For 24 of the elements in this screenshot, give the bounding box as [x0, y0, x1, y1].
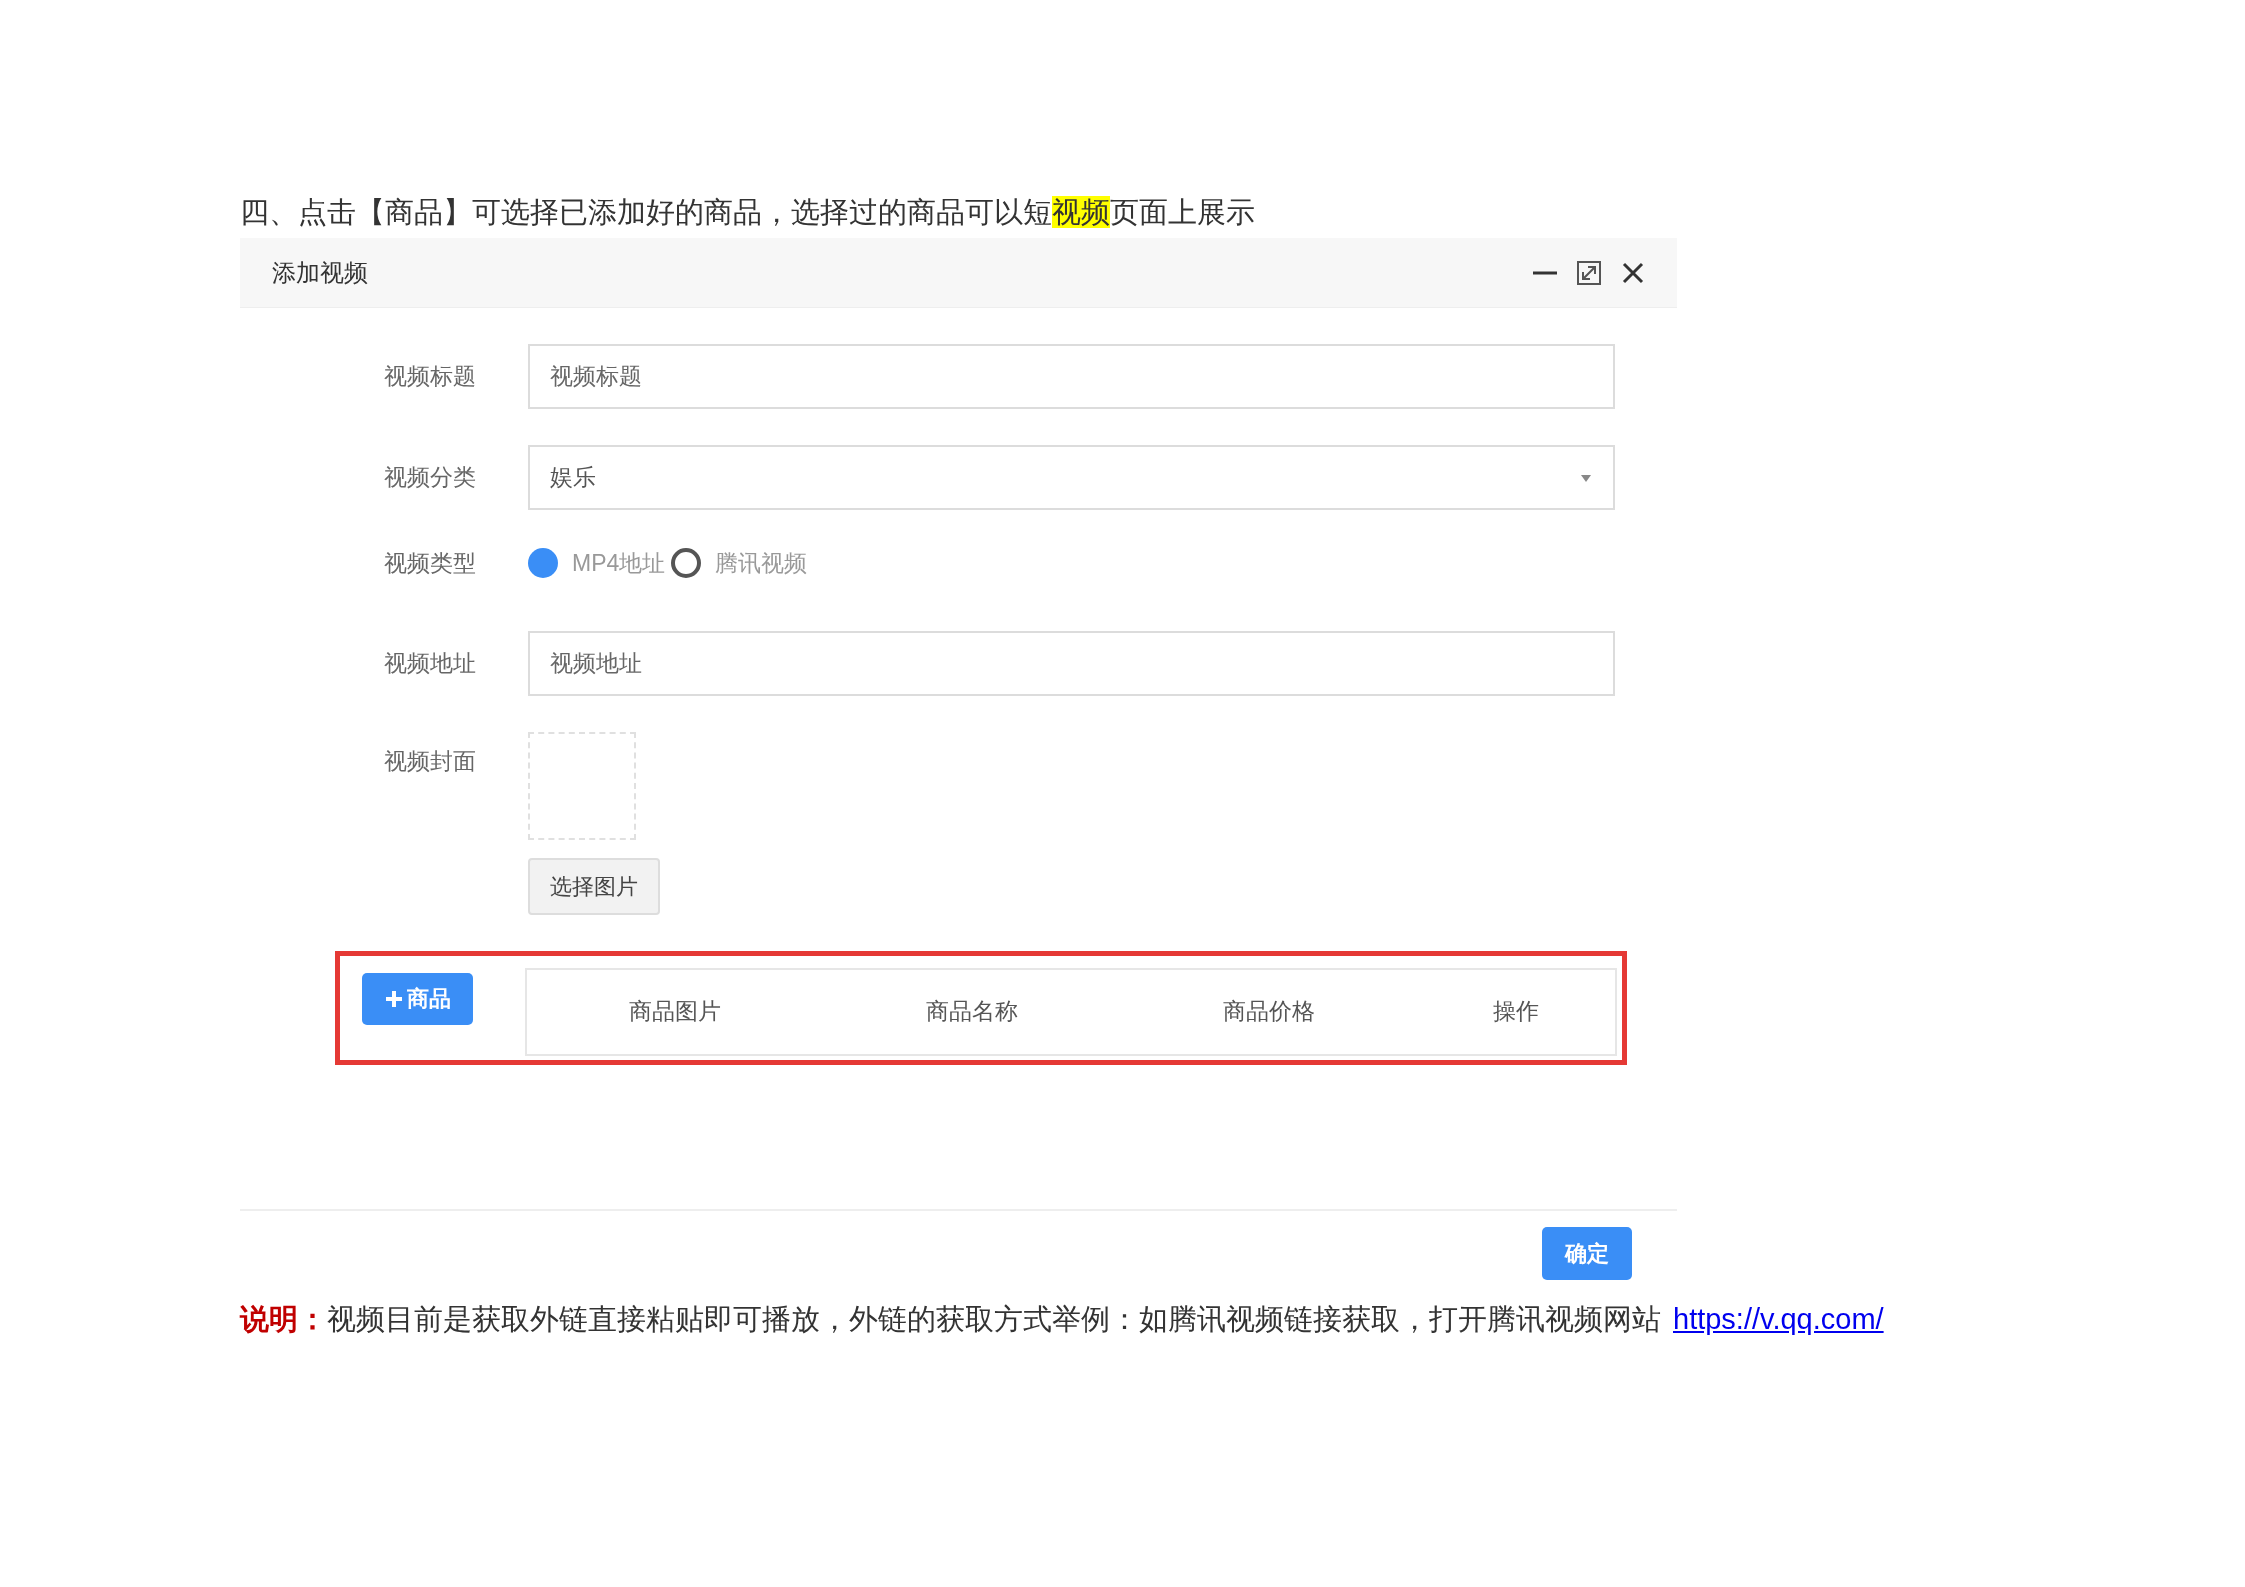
link[interactable]: https://v.qq.com/ — [1673, 1302, 1884, 1335]
text-field[interactable]: 视频标题 — [528, 344, 1615, 409]
field-label: 视频封面 — [383, 746, 477, 776]
field-label: 视频类型 — [383, 549, 477, 578]
radio-label: 腾讯视频 — [715, 549, 808, 578]
note-paragraph: 说明：视频目前是获取外链直接粘贴即可播放，外链的获取方式举例：如腾讯视频链接获取，打开腾讯视频网站 https://v.qq.com/ — [240, 1301, 1885, 1337]
field-label: 视频分类 — [383, 463, 477, 493]
caret-icon — [1579, 472, 1593, 483]
dialog-title: 添加视频 — [272, 257, 368, 288]
column-header: 商品图片 — [628, 997, 723, 1027]
field-label: 视频标题 — [383, 362, 477, 392]
dropdown-field[interactable]: 娱乐 — [528, 445, 1615, 510]
radio-button[interactable] — [671, 548, 702, 579]
column-header: 商品价格 — [1221, 997, 1316, 1027]
column-header: 操作 — [1492, 997, 1541, 1027]
field-label: 视频地址 — [383, 648, 477, 678]
radio-label: MP4地址 — [572, 549, 666, 578]
plus-icon — [384, 989, 403, 1008]
maximize-icon[interactable] — [1575, 258, 1603, 287]
column-header: 商品名称 — [925, 997, 1020, 1027]
select-image-button[interactable]: 选择图片 — [528, 857, 660, 915]
radio-button[interactable] — [528, 548, 558, 579]
instruction-heading: 四、点击【商品】可选择已添加好的商品，选择过的商品可以短视频页面上展示 — [240, 195, 1256, 230]
text-field[interactable]: 视频地址 — [528, 630, 1615, 696]
